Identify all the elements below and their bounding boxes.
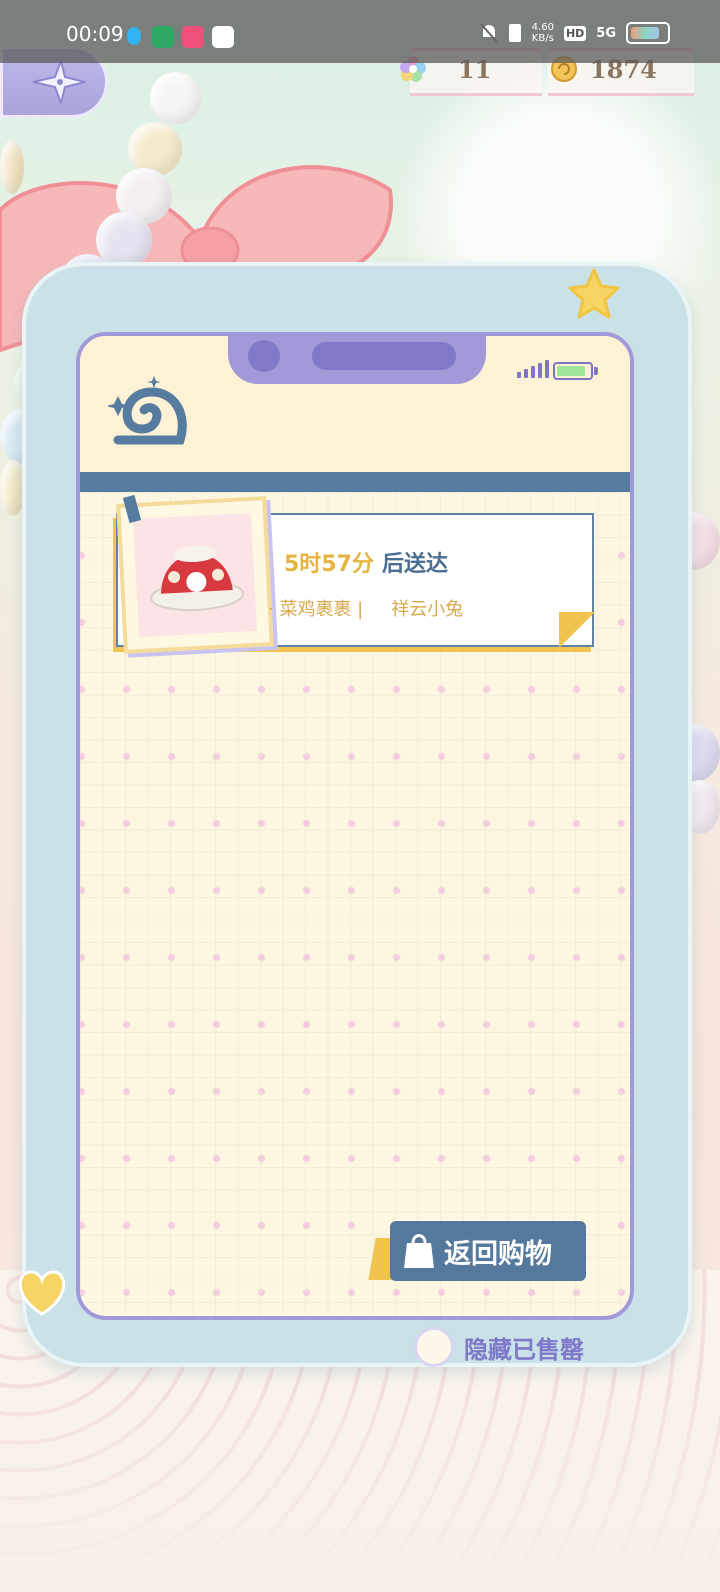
eta-suffix: 后送达: [381, 552, 448, 577]
phone-notch: [228, 336, 486, 384]
snail-spiral-icon: [108, 376, 187, 445]
order-items: · 菜鸡裹裹 | 祥云小兔: [268, 595, 463, 621]
order-item: 祥云小兔: [391, 599, 464, 620]
outfit-item-image: [150, 545, 245, 612]
app-icon-green: [152, 26, 174, 48]
heart-icon: [18, 1270, 66, 1316]
app-icon-pink: [182, 26, 204, 48]
sim-icon: [508, 24, 521, 42]
eta-time: 5时57分: [284, 552, 374, 577]
compass-star-icon: [32, 59, 86, 105]
pearl-bead: [0, 140, 24, 194]
background-fade: [0, 1400, 720, 1592]
status-right-group: 4.60 KB/s HD 5G: [479, 22, 670, 44]
qq-icon: [124, 26, 146, 48]
speaker-pill: [312, 342, 456, 370]
camera-dot: [248, 340, 280, 372]
mail-icon: [212, 26, 234, 48]
phone-battery-tip: [594, 367, 598, 375]
mute-icon: [479, 23, 498, 43]
signal-5g: 5G: [596, 25, 616, 41]
return-shopping-label: 返回购物: [444, 1238, 552, 1270]
delivery-eta: 5时57分 后送达: [284, 546, 448, 578]
status-time: 00:09: [66, 22, 124, 46]
phone-screen: [76, 332, 634, 1320]
card-fold-corner: [559, 612, 595, 648]
return-shopping-button[interactable]: 返回购物: [390, 1221, 586, 1281]
star-icon: [568, 268, 620, 319]
toggle-circle[interactable]: [414, 1327, 454, 1367]
phone-battery-icon: [553, 362, 593, 380]
shopping-bag-icon: [404, 1234, 434, 1268]
hide-sold-out-label: 隐藏已售罄: [464, 1335, 584, 1364]
hd-badge: HD: [563, 25, 587, 41]
thumbnail-bg: [132, 512, 258, 638]
battery-icon: [626, 22, 670, 44]
hide-sold-out-toggle[interactable]: 隐藏已售罄: [414, 1327, 584, 1367]
signal-icon: [517, 360, 549, 378]
order-item: · 菜鸡裹裹 |: [268, 599, 364, 620]
network-speed: 4.60 KB/s: [531, 22, 554, 44]
system-status-bar: 00:09 4.60 KB/s HD 5G: [0, 0, 720, 63]
pearl-bead: [150, 72, 202, 124]
header-divider: [80, 472, 630, 492]
